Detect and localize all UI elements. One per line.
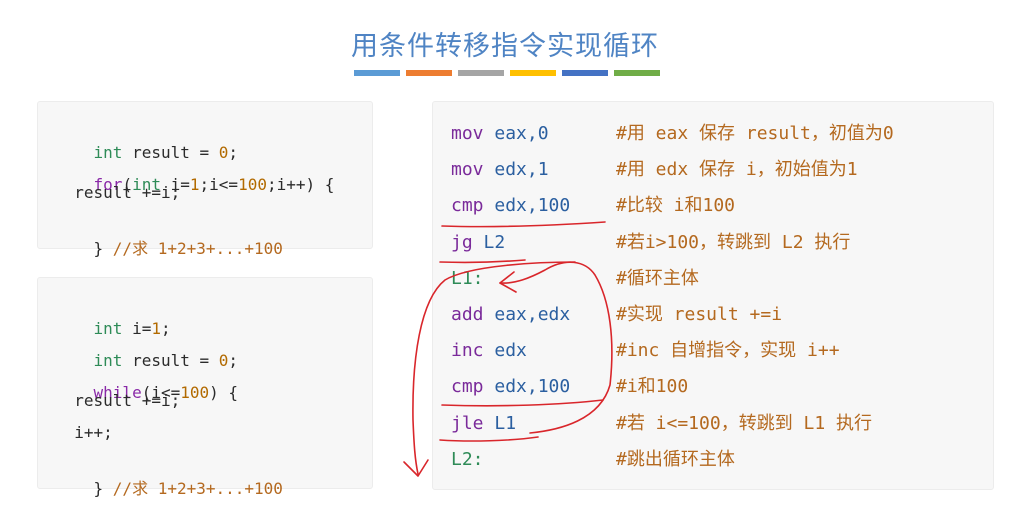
asm-operands: edx,100 [483,376,571,398]
asm-line: mov edx,1 #用 edx 保存 i，初始值为1 [451,155,858,185]
asm-line: L1: #循环主体 [451,264,699,294]
asm-comment: #循环主体 [616,267,699,289]
code-line: int result = 0; [55,325,239,370]
code-text: ) { [209,383,239,402]
code-text: } [93,239,113,258]
page-title: 用条件转移指令实现循环 [351,31,659,62]
code-line: int i=1; [55,293,171,338]
code-line: } //求 1+2+3+...+100 [55,453,283,498]
asm-operands: edx,100 [483,195,571,217]
underline-stripe-4 [510,70,556,76]
code-text: ;i++) { [266,175,335,194]
asm-operands: edx,1 [483,159,549,181]
asm-opcode: cmp [451,195,484,217]
underline-stripe-2 [406,70,452,76]
asm-line: mov eax,0 #用 eax 保存 result，初值为0 [451,119,894,149]
asm-comment: #比较 i和100 [616,195,736,217]
underline-stripe-3 [458,70,504,76]
number: 100 [238,175,267,194]
code-line: } //求 1+2+3+...+100 [55,213,283,258]
number: 1 [189,175,200,194]
asm-line: L2: #跳出循环主体 [451,445,735,475]
asm-comment: #i和100 [616,376,689,398]
asm-line: cmp edx,100 #i和100 [451,372,688,402]
asm-opcode: inc [451,340,484,362]
asm-line: add eax,edx #实现 result +=i [451,300,782,330]
asm-operands: edx [483,340,527,362]
code-line: result +=i; [55,391,181,410]
while-loop-code-panel: int i=1; int result = 0; while(i<=100) {… [37,277,373,498]
asm-opcode: jle [451,412,484,434]
number: 100 [180,383,210,402]
asm-opcode: mov [451,123,484,144]
code-text: } [93,479,113,498]
code-line: result +=i; [55,183,181,202]
assembly-code-panel: mov eax,0 #用 eax 保存 result，初值为0 mov edx,1 #… [432,101,994,490]
asm-operands: eax,0 [483,123,549,144]
asm-comment: #若 i<=100，转跳到 L1 执行 [616,412,873,434]
asm-line: jg L2 #若i>100，转跳到 L2 执行 [451,228,850,258]
asm-comment: #用 eax 保存 result，初值为0 [616,123,894,144]
asm-opcode: mov [451,159,484,181]
asm-operands: eax,edx [483,304,571,325]
underline-stripe-5 [562,70,608,76]
code-comment: //求 1+2+3+...+100 [112,239,283,258]
asm-comment: #若i>100，转跳到 L2 执行 [616,231,851,253]
asm-operands: L2 [472,231,506,253]
asm-operands: L1 [483,412,517,434]
asm-opcode: cmp [451,376,484,398]
asm-comment: #inc 自增指令，实现 i++ [616,340,840,362]
code-line: while(i<=100) { [55,357,239,402]
underline-stripe-6 [614,70,660,76]
asm-comment: #跳出循环主体 [616,448,735,470]
asm-label: L1: [451,267,484,289]
asm-comment: #用 edx 保存 i，初始值为1 [616,159,858,181]
code-line: for(int i=1;i<=100;i++) { [55,149,335,194]
code-line: int result = 0; [55,117,239,162]
asm-line: inc edx #inc 自增指令，实现 i++ [451,336,840,366]
code-line: i++; [55,423,113,442]
asm-opcode: add [451,304,484,325]
asm-opcode: jg [451,231,473,253]
code-comment: //求 1+2+3+...+100 [112,479,283,498]
asm-comment: #实现 result +=i [616,304,783,325]
asm-line: jle L1 #若 i<=100，转跳到 L1 执行 [451,409,872,439]
for-loop-code-panel: int result = 0; for(int i=1;i<=100;i++) … [37,101,373,258]
asm-label: L2: [451,448,484,470]
underline-stripe-1 [354,70,400,76]
asm-line: cmp edx,100 #比较 i和100 [451,191,735,221]
code-text: ;i<= [199,175,239,194]
jump-out-arrowhead [403,459,429,477]
